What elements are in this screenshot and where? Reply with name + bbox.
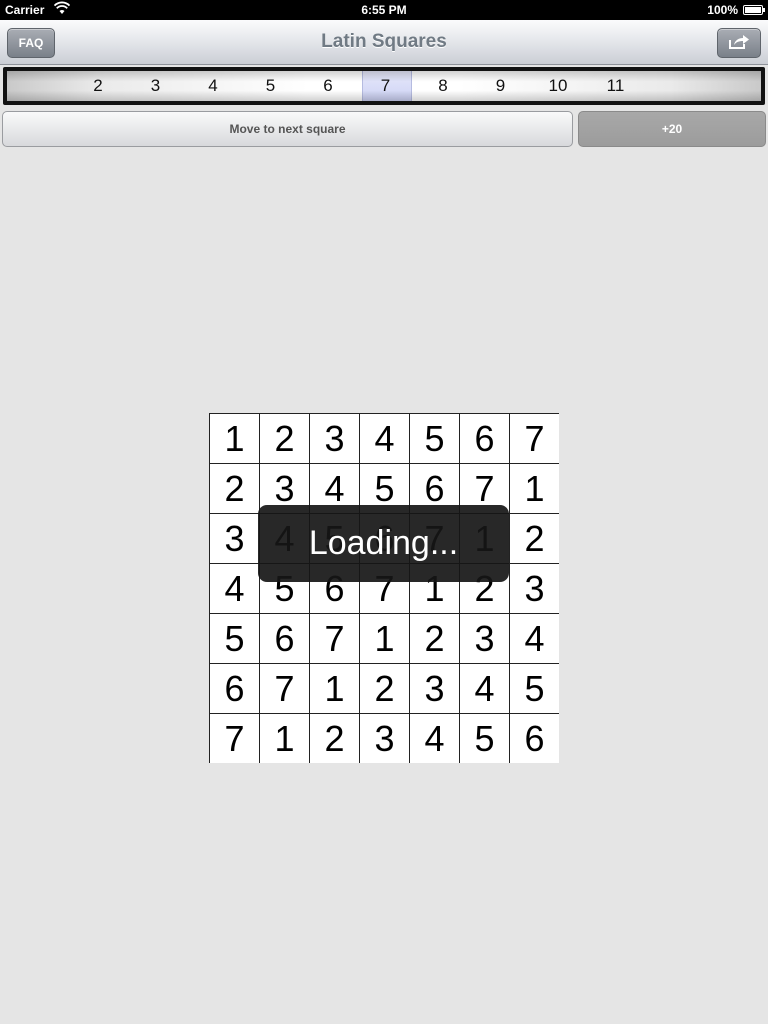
grid-cell[interactable]: 7 — [510, 414, 559, 463]
grid-cell[interactable]: 3 — [310, 414, 359, 463]
grid-cell[interactable]: 5 — [410, 414, 459, 463]
grid-cell[interactable]: 6 — [460, 414, 509, 463]
plus-twenty-button[interactable]: +20 — [578, 111, 766, 147]
grid-cell[interactable]: 3 — [510, 564, 559, 613]
grid-cell[interactable]: 2 — [410, 614, 459, 663]
grid-cell[interactable]: 3 — [210, 514, 259, 563]
picker-item[interactable]: 2 — [73, 71, 123, 101]
move-to-next-square-button[interactable]: Move to next square — [2, 111, 573, 147]
grid-cell[interactable]: 5 — [510, 664, 559, 713]
size-picker[interactable]: 2 3 4 5 6 7 8 9 10 11 — [3, 67, 765, 105]
grid-cell[interactable]: 2 — [260, 414, 309, 463]
grid-cell[interactable]: 6 — [210, 664, 259, 713]
grid-cell[interactable]: 5 — [210, 614, 259, 663]
grid-cell[interactable]: 2 — [210, 464, 259, 513]
grid-cell[interactable]: 7 — [260, 664, 309, 713]
grid-cell[interactable]: 3 — [410, 664, 459, 713]
grid-cell[interactable]: 2 — [360, 664, 409, 713]
picker-item[interactable]: 9 — [476, 71, 526, 101]
loading-overlay: Loading... — [258, 505, 509, 582]
status-bar: Carrier 6:55 PM 100% — [0, 0, 768, 20]
grid-cell[interactable]: 1 — [510, 464, 559, 513]
navigation-bar: Latin Squares FAQ — [0, 20, 768, 65]
picker-item[interactable]: 7 — [361, 71, 411, 101]
battery-icon — [743, 5, 765, 15]
picker-item[interactable]: 5 — [246, 71, 296, 101]
latin-square-grid: 1234567234567134567124567123567123467123… — [209, 413, 559, 763]
grid-cell[interactable]: 1 — [210, 414, 259, 463]
share-icon — [728, 34, 750, 53]
page-title: Latin Squares — [321, 31, 447, 52]
grid-cell[interactable]: 2 — [310, 714, 359, 763]
share-button[interactable] — [717, 28, 761, 58]
grid-cell[interactable]: 5 — [460, 714, 509, 763]
grid-cell[interactable]: 1 — [260, 714, 309, 763]
picker-item[interactable]: 4 — [188, 71, 238, 101]
grid-cell[interactable]: 4 — [360, 414, 409, 463]
grid-cell[interactable]: 4 — [210, 564, 259, 613]
grid-cell[interactable]: 6 — [510, 714, 559, 763]
grid-cell[interactable]: 7 — [310, 614, 359, 663]
grid-cell[interactable]: 4 — [410, 714, 459, 763]
battery-percent: 100% — [707, 3, 738, 17]
grid-cell[interactable]: 4 — [510, 614, 559, 663]
picker-item[interactable]: 10 — [533, 71, 583, 101]
grid-cell[interactable]: 7 — [210, 714, 259, 763]
grid-cell[interactable]: 3 — [360, 714, 409, 763]
picker-item[interactable]: 3 — [131, 71, 181, 101]
clock: 6:55 PM — [361, 3, 407, 17]
grid-cell[interactable]: 4 — [460, 664, 509, 713]
picker-item[interactable]: 11 — [591, 71, 641, 101]
grid-cell[interactable]: 6 — [260, 614, 309, 663]
grid-cell[interactable]: 3 — [460, 614, 509, 663]
grid-cell[interactable]: 1 — [360, 614, 409, 663]
grid-cell[interactable]: 2 — [510, 514, 559, 563]
grid-cell[interactable]: 1 — [310, 664, 359, 713]
faq-button[interactable]: FAQ — [7, 28, 55, 58]
picker-item[interactable]: 6 — [303, 71, 353, 101]
picker-item[interactable]: 8 — [418, 71, 468, 101]
picker-track: 2 3 4 5 6 7 8 9 10 11 — [7, 71, 761, 101]
